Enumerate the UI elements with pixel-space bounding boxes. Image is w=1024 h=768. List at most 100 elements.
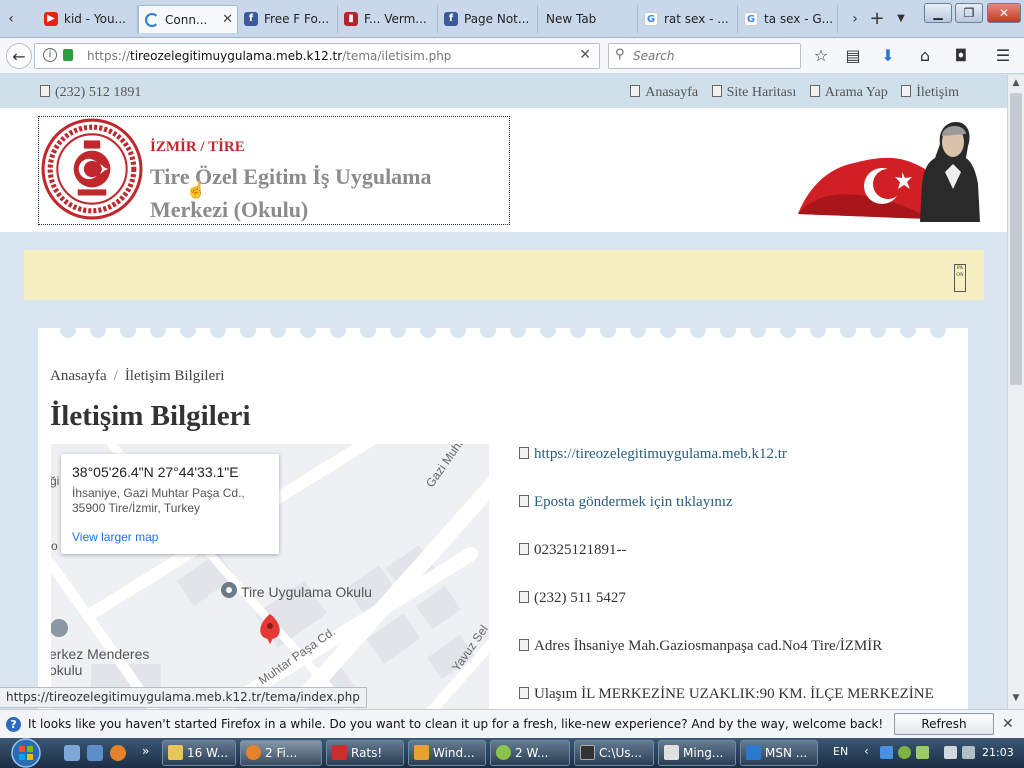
taskbar-item-messenger[interactable]: 2 W... <box>490 740 570 766</box>
tab-list-chevron-down-icon[interactable]: ▼ <box>892 8 910 30</box>
back-arrow-icon[interactable]: ← <box>6 43 32 69</box>
firefox-icon[interactable] <box>110 745 126 761</box>
folder-icon <box>168 745 183 760</box>
top-nav-sitemap[interactable]: Site Haritası <box>711 85 796 100</box>
top-nav-search[interactable]: Arama Yap <box>809 85 888 100</box>
breadcrumb-home-link[interactable]: Anasayfa <box>50 368 107 384</box>
breadcrumb-current: İletişim Bilgileri <box>124 368 225 384</box>
explorer-icon[interactable] <box>87 745 103 761</box>
menu-hamburger-icon[interactable]: ☰ <box>990 43 1016 69</box>
tab-label: F... Verm... <box>364 12 427 26</box>
loading-icon <box>145 13 159 27</box>
map-place-label-2: erkez Menderes <box>51 646 150 662</box>
embedded-map[interactable]: Tire Uygulama Okulu erkez Menderes okulu… <box>51 444 489 709</box>
main-content: Anasayfa / İletişim Bilgileri İletişim Bil… <box>38 322 968 709</box>
view-larger-map-link[interactable]: View larger map <box>72 530 158 544</box>
reading-list-icon[interactable]: ▤ <box>840 43 866 69</box>
navigation-toolbar: ← i https://tireozelegitimuygulama.meb.k… <box>0 38 1024 74</box>
google-icon: G <box>644 12 658 26</box>
search-box[interactable]: ⚲ <box>608 43 801 69</box>
mail-icon <box>519 495 529 507</box>
tab-youtube[interactable]: ▶ kid - You... <box>38 5 138 33</box>
document-icon <box>664 745 679 760</box>
taskbar-item-media[interactable]: Wind... <box>408 740 486 766</box>
tray-app-icon[interactable] <box>880 746 893 759</box>
tab-scroll-left-icon[interactable]: ‹ <box>2 8 20 30</box>
maximize-window-button[interactable]: ❐ <box>955 3 983 23</box>
home-icon[interactable]: ⌂ <box>912 43 938 69</box>
network-icon[interactable] <box>944 746 957 759</box>
scroll-up-arrow-icon[interactable]: ▲ <box>1010 78 1022 90</box>
scrollbar-thumb[interactable] <box>1010 93 1022 385</box>
top-nav-home[interactable]: Anasayfa <box>630 85 698 100</box>
url-bar[interactable]: i https://tireozelegitimuygulama.meb.k12… <box>34 43 600 69</box>
taskbar-item-rats[interactable]: Rats! <box>326 740 404 766</box>
download-arrow-icon[interactable]: ⬇ <box>875 43 901 69</box>
tab-scroll-right-icon[interactable]: › <box>846 8 864 30</box>
facebook-icon: f <box>244 12 258 26</box>
volume-icon[interactable] <box>962 746 975 759</box>
pocket-icon[interactable]: ◘ <box>948 43 974 69</box>
transport-row: Ulaşım İL MERKEZİNE UZAKLIK:90 KM. İLÇE … <box>519 686 934 703</box>
tab-facebook[interactable]: f Free F Fo... <box>238 5 338 33</box>
tab-google-search[interactable]: G rat sex - ... <box>638 5 738 33</box>
tab-news[interactable]: ▮ F... Verm... <box>338 5 438 33</box>
pause-icon[interactable]: PA ON <box>954 264 966 292</box>
clock[interactable]: 21:03 <box>982 746 1014 759</box>
clear-url-icon[interactable]: ✕ <box>579 47 591 63</box>
fax-row: (232) 511 5427 <box>519 590 626 607</box>
facebook-icon: f <box>444 12 458 26</box>
quick-launch-more-icon[interactable]: » <box>142 744 149 758</box>
minimize-window-button[interactable]: ▁ <box>924 3 952 23</box>
fax-icon <box>519 591 529 603</box>
web-page: (232) 512 1891 Anasayfa Site Haritası Ar… <box>0 75 1007 709</box>
taskbar-item-ming[interactable]: Ming... <box>658 740 736 766</box>
tab-google-search-2[interactable]: G ta sex - G... <box>738 5 838 33</box>
scroll-down-arrow-icon[interactable]: ▼ <box>1010 693 1022 705</box>
start-button[interactable] <box>10 738 42 768</box>
close-notification-icon[interactable]: ✕ <box>1002 716 1014 732</box>
flag-and-portrait-image <box>798 122 980 222</box>
language-indicator[interactable]: EN <box>833 745 848 758</box>
website-link[interactable]: https://tireozelegitimuygulama.meb.k12.t… <box>534 446 787 462</box>
bookmark-star-icon[interactable]: ☆ <box>808 43 834 69</box>
site-logo-link[interactable]: İZMİR / TİRE Tire Özel Egitim İş Uygulam… <box>38 116 510 225</box>
contact-icon <box>901 85 912 97</box>
page-scrollbar[interactable]: ▲ ▼ <box>1007 75 1024 709</box>
site-info-icon[interactable]: i <box>43 48 57 62</box>
search-icon: ⚲ <box>615 47 625 62</box>
info-icon: ? <box>6 717 21 732</box>
top-phone: (232) 512 1891 <box>40 85 141 101</box>
url-text[interactable]: https://tireozelegitimuygulama.meb.k12.t… <box>87 49 451 63</box>
tray-messenger-icon[interactable] <box>898 746 911 759</box>
tray-people-icon[interactable] <box>916 746 929 759</box>
email-link[interactable]: Eposta göndermek için tıklayınız <box>534 494 733 510</box>
refresh-firefox-button[interactable]: Refresh Firefox... <box>894 713 994 751</box>
taskbar-item-folders[interactable]: 16 W... <box>162 740 236 766</box>
tab-strip: ‹ ▶ kid - You... Conn... ✕ f Free F Fo..… <box>0 0 1024 38</box>
taskbar-item-msn[interactable]: MSN ... <box>740 740 818 766</box>
tray-expand-icon[interactable]: ‹ <box>864 744 869 758</box>
taskbar-item-firefox[interactable]: 2 Fi... <box>240 740 322 766</box>
hand-cursor-icon: ☝ <box>186 182 206 199</box>
youtube-icon: ▶ <box>44 12 58 26</box>
tab-new-tab[interactable]: New Tab <box>538 5 638 33</box>
site-header: İZMİR / TİRE Tire Özel Egitim İş Uygulam… <box>0 108 1007 232</box>
windows-taskbar: » 16 W... 2 Fi... Rats! Wind... 2 W... C… <box>0 738 1024 768</box>
tab-page-not-found[interactable]: f Page Not... <box>438 5 538 33</box>
tab-current[interactable]: Conn... ✕ <box>138 5 238 33</box>
top-nav-contact[interactable]: İletişim <box>901 85 959 100</box>
close-tab-icon[interactable]: ✕ <box>222 6 233 33</box>
page-title: İletişim Bilgileri <box>50 400 251 432</box>
breadcrumb: Anasayfa / İletişim Bilgileri <box>50 368 225 384</box>
lock-icon[interactable] <box>63 49 73 61</box>
web-icon <box>519 447 529 459</box>
close-window-button[interactable]: ✕ <box>987 3 1021 23</box>
new-tab-plus-icon[interactable]: + <box>868 8 886 30</box>
tab-label: kid - You... <box>64 12 126 26</box>
taskbar-item-cmd[interactable]: C:\Us... <box>574 740 654 766</box>
map-coordinates: 38°05'26.4"N 27°44'33.1"E <box>72 464 239 480</box>
search-input[interactable] <box>633 48 793 64</box>
announcement-banner: PA ON <box>24 250 984 300</box>
show-desktop-icon[interactable] <box>64 745 80 761</box>
